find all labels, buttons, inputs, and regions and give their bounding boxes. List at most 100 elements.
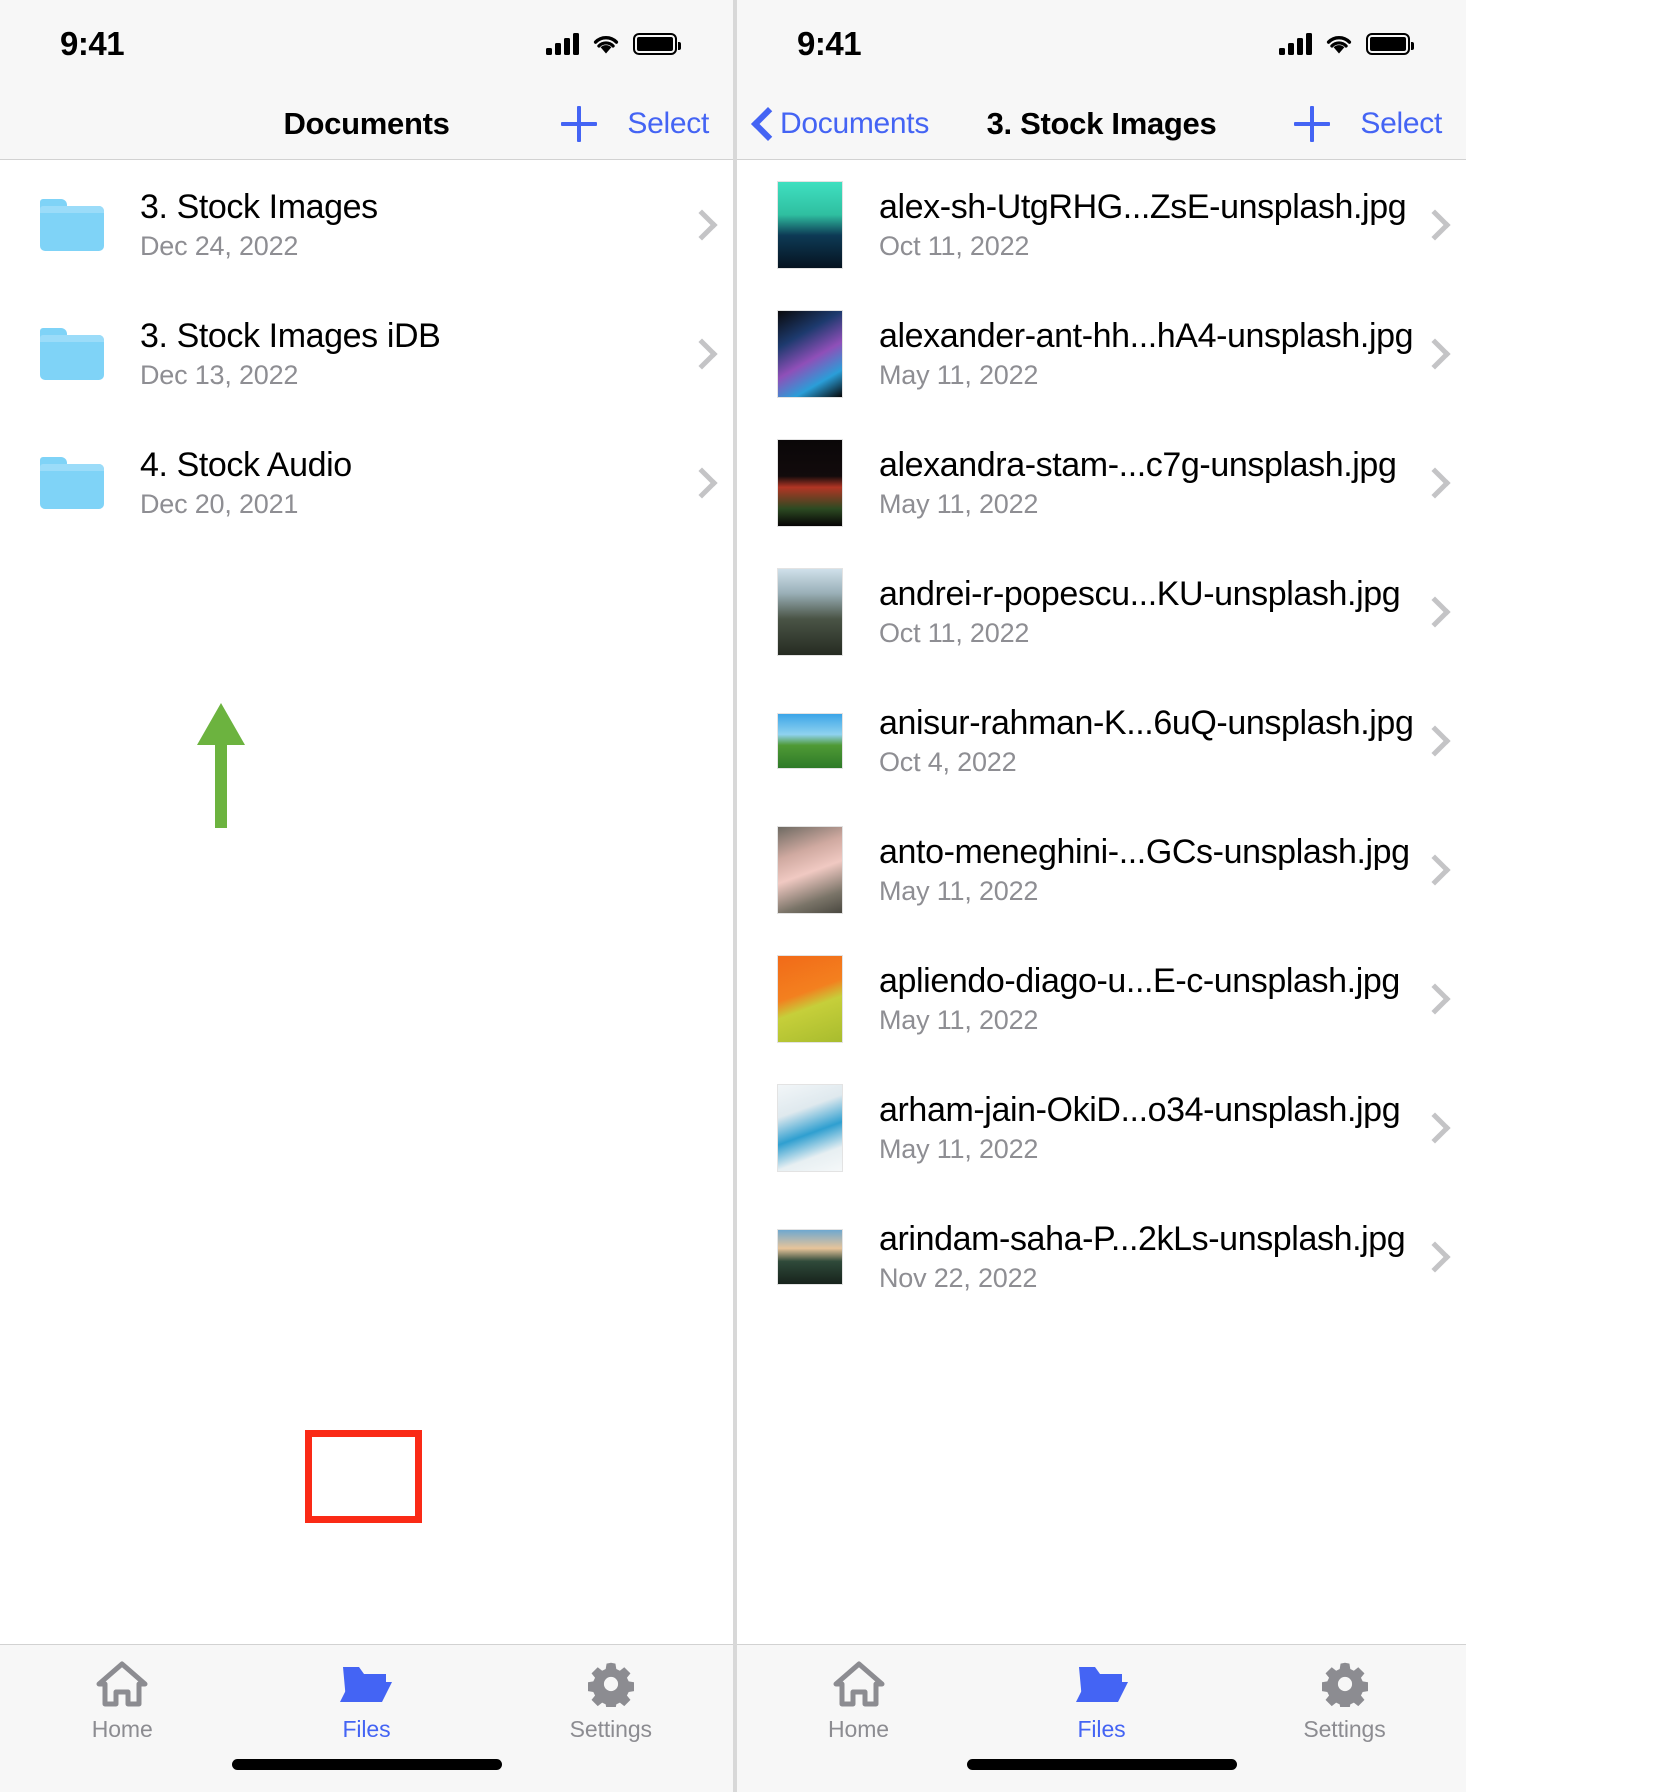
file-date: Oct 11, 2022: [879, 617, 1030, 648]
list-item[interactable]: alexandra-stam-...c7g-unsplash.jpg May 11…: [737, 418, 1466, 547]
gear-icon: [1319, 1661, 1371, 1707]
tab-files[interactable]: Files: [980, 1661, 1223, 1743]
tab-settings[interactable]: Settings: [489, 1661, 733, 1743]
status-indicators: [546, 33, 681, 55]
list-item[interactable]: 4. Stock Audio Dec 20, 2021: [0, 418, 733, 547]
tab-settings-label: Settings: [1303, 1716, 1386, 1742]
file-thumbnail: [777, 567, 843, 656]
folder-icon: [40, 198, 104, 251]
select-button[interactable]: Select: [1360, 107, 1442, 141]
file-name: andrei-r-popescu...KU-unsplash.jpg: [879, 574, 1401, 613]
file-name: alexandra-stam-...c7g-unsplash.jpg: [879, 445, 1397, 484]
chevron-right-icon: [1424, 853, 1444, 887]
list-item[interactable]: alexander-ant-hh...hA4-unsplash.jpg May 1…: [737, 289, 1466, 418]
tab-home[interactable]: Home: [0, 1661, 244, 1743]
tab-files[interactable]: Files: [244, 1661, 488, 1743]
status-time: 9:41: [60, 25, 125, 62]
select-button[interactable]: Select: [627, 107, 709, 141]
status-indicators: [1279, 33, 1414, 55]
list-item[interactable]: 3. Stock Images iDB Dec 13, 2022: [0, 289, 733, 418]
file-date: May 11, 2022: [879, 359, 1039, 390]
file-thumbnail: [777, 180, 843, 269]
home-indicator: [966, 1759, 1237, 1770]
dual-screenshot-container: 9:41 Documents Select 3. Stock Images De…: [0, 0, 1666, 1792]
file-date: May 11, 2022: [879, 875, 1039, 906]
list-item[interactable]: alex-sh-UtgRHG...ZsE-unsplash.jpg Oct 11,…: [737, 160, 1466, 289]
cellular-signal-icon: [546, 33, 579, 55]
file-date: Oct 11, 2022: [879, 230, 1030, 261]
list-item[interactable]: anto-meneghini-...GCs-unsplash.jpg May 11…: [737, 805, 1466, 934]
add-icon[interactable]: [561, 105, 598, 142]
left-phone-screen: 9:41 Documents Select 3. Stock Images De…: [0, 0, 733, 1792]
battery-icon: [633, 33, 681, 55]
file-name: anto-meneghini-...GCs-unsplash.jpg: [879, 832, 1410, 871]
chevron-right-icon: [1424, 208, 1444, 242]
chevron-right-icon: [1424, 982, 1444, 1016]
file-list[interactable]: alex-sh-UtgRHG...ZsE-unsplash.jpg Oct 11,…: [737, 160, 1466, 1644]
wifi-icon: [1325, 33, 1353, 55]
chevron-right-icon: [1424, 1111, 1444, 1145]
chevron-right-icon: [691, 466, 711, 500]
tab-bar-right: Home Files Settings: [737, 1644, 1466, 1792]
home-indicator: [231, 1759, 502, 1770]
tab-home[interactable]: Home: [737, 1661, 980, 1743]
chevron-right-icon: [1424, 466, 1444, 500]
chevron-right-icon: [1424, 595, 1444, 629]
back-button-label: Documents: [780, 106, 930, 140]
wifi-icon: [592, 33, 620, 55]
folder-list[interactable]: 3. Stock Images Dec 24, 2022 3. Stock Im…: [0, 160, 733, 1644]
list-item[interactable]: arindam-saha-P...2kLs-unsplash.jpg Nov 22…: [737, 1192, 1466, 1321]
file-thumbnail: [777, 438, 843, 527]
file-name: anisur-rahman-K...6uQ-unsplash.jpg: [879, 703, 1414, 742]
folder-name: 4. Stock Audio: [140, 445, 352, 484]
folder-date: Dec 20, 2021: [140, 488, 299, 519]
tab-bar-left: Home Files Settings: [0, 1644, 733, 1792]
folder-icon: [340, 1661, 393, 1707]
file-name: alex-sh-UtgRHG...ZsE-unsplash.jpg: [879, 187, 1407, 226]
folder-icon: [1075, 1661, 1128, 1707]
folder-icon: [40, 327, 104, 380]
list-item[interactable]: 3. Stock Images Dec 24, 2022: [0, 160, 733, 289]
file-thumbnail: [777, 712, 843, 769]
chevron-right-icon: [1424, 337, 1444, 371]
status-bar-right: 9:41: [737, 0, 1466, 88]
file-name: alexander-ant-hh...hA4-unsplash.jpg: [879, 316, 1414, 355]
status-bar-left: 9:41: [0, 0, 733, 88]
back-button[interactable]: Documents: [737, 107, 929, 141]
battery-icon: [1366, 33, 1414, 55]
chevron-right-icon: [1424, 1240, 1444, 1274]
tab-files-label: Files: [342, 1716, 391, 1742]
add-icon[interactable]: [1294, 105, 1331, 142]
chevron-right-icon: [691, 208, 711, 242]
file-thumbnail: [777, 954, 843, 1043]
tab-files-label: Files: [1077, 1716, 1126, 1742]
chevron-right-icon: [691, 337, 711, 371]
file-date: Nov 22, 2022: [879, 1262, 1038, 1293]
chevron-left-icon: [753, 108, 771, 140]
folder-name: 3. Stock Images: [140, 187, 378, 226]
list-item[interactable]: apliendo-diago-u...E-c-unsplash.jpg May 1…: [737, 934, 1466, 1063]
navigation-bar-right: Documents 3. Stock Images Select: [737, 88, 1466, 160]
green-up-arrow-annotation: [195, 703, 247, 828]
chevron-right-icon: [1424, 724, 1444, 758]
list-item[interactable]: arham-jain-OkiD...o34-unsplash.jpg May 11…: [737, 1063, 1466, 1192]
gear-icon: [585, 1661, 637, 1707]
folder-icon: [40, 456, 104, 509]
file-name: arindam-saha-P...2kLs-unsplash.jpg: [879, 1219, 1406, 1258]
tab-home-label: Home: [91, 1716, 153, 1742]
folder-name: 3. Stock Images iDB: [140, 316, 441, 355]
navigation-bar-left: Documents Select: [0, 88, 733, 160]
file-date: May 11, 2022: [879, 1004, 1039, 1035]
file-date: May 11, 2022: [879, 488, 1039, 519]
home-icon: [96, 1661, 148, 1707]
file-thumbnail: [777, 1228, 843, 1285]
file-name: arham-jain-OkiD...o34-unsplash.jpg: [879, 1090, 1401, 1129]
tab-settings[interactable]: Settings: [1223, 1661, 1466, 1743]
file-date: Oct 4, 2022: [879, 746, 1017, 777]
list-item[interactable]: anisur-rahman-K...6uQ-unsplash.jpg Oct 4,…: [737, 676, 1466, 805]
tab-home-label: Home: [828, 1716, 889, 1742]
cellular-signal-icon: [1279, 33, 1312, 55]
right-phone-screen: 9:41 Documents 3. Stock Images Select al…: [733, 0, 1466, 1792]
tab-settings-label: Settings: [569, 1716, 652, 1742]
list-item[interactable]: andrei-r-popescu...KU-unsplash.jpg Oct 11…: [737, 547, 1466, 676]
